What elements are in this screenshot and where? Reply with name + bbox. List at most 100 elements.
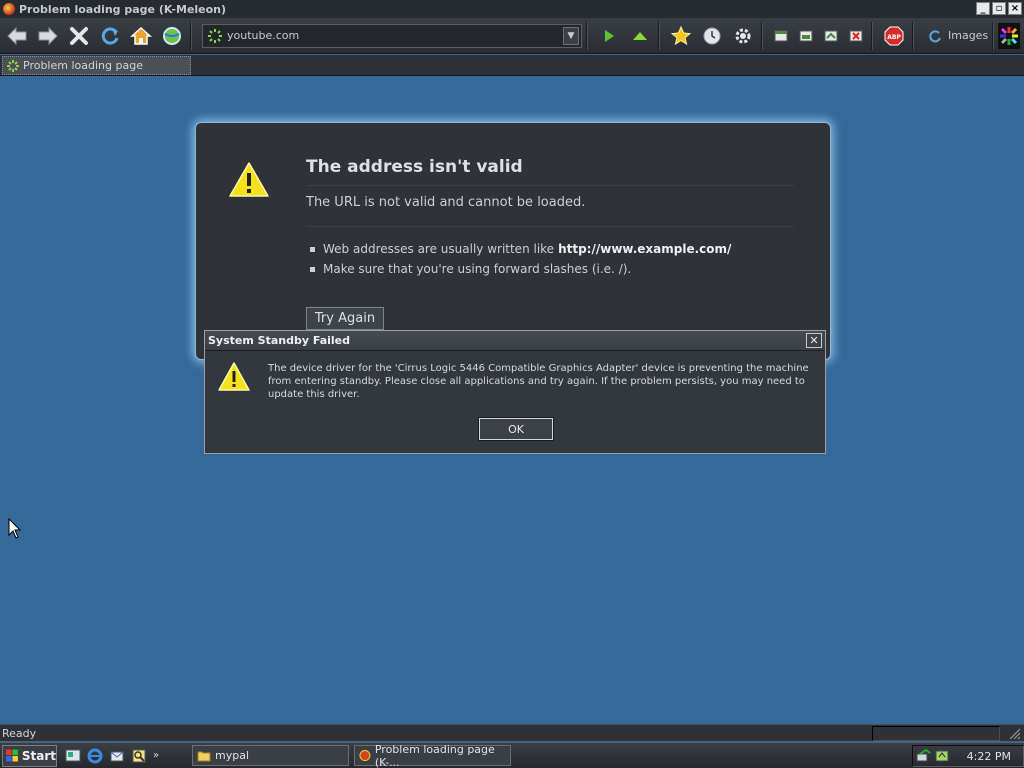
ok-button[interactable]: OK — [478, 417, 554, 441]
forward-button[interactable] — [34, 22, 62, 50]
go-button[interactable] — [158, 22, 186, 50]
quick-launch: » — [65, 748, 159, 764]
toolbar-separator — [761, 21, 763, 50]
error-description: The URL is not valid and cannot be loade… — [306, 195, 586, 210]
up-button[interactable] — [626, 22, 654, 50]
adblock-button[interactable]: ABP — [880, 22, 908, 50]
clock: 4:22 PM — [966, 749, 1011, 763]
window-tool-1-button[interactable] — [770, 22, 792, 50]
reload-icon — [101, 27, 119, 45]
window-icon — [774, 30, 788, 41]
tab-label: Problem loading page — [23, 59, 143, 72]
dialog-title: System Standby Failed — [208, 334, 351, 347]
up-triangle-icon — [633, 31, 647, 40]
system-standby-dialog: System Standby Failed ✕ The device drive… — [204, 330, 826, 454]
safely-remove-icon[interactable] — [934, 748, 950, 764]
dialog-message: The device driver for the 'Cirrus Logic … — [268, 363, 809, 400]
outlook-express-icon[interactable] — [109, 748, 125, 764]
start-button[interactable]: Start — [2, 744, 57, 767]
folder-icon — [197, 751, 211, 761]
taskbar: Start » mypal Problem loading page (K-..… — [0, 742, 1024, 768]
taskbar-item-mypal[interactable]: mypal — [192, 745, 349, 766]
url-bar[interactable]: youtube.com ▼ — [202, 23, 582, 48]
suggestion-example: http://www.example.com/ — [558, 242, 732, 256]
media-icon[interactable] — [131, 748, 147, 764]
settings-button[interactable] — [729, 22, 757, 50]
stop-button[interactable] — [65, 22, 93, 50]
kmeleon-app-icon — [359, 750, 371, 761]
tab-problem-loading-page[interactable]: Problem loading page — [2, 56, 191, 75]
try-again-button[interactable]: Try Again — [306, 307, 384, 330]
svg-text:ABP: ABP — [887, 34, 901, 41]
window-restore-icon — [799, 30, 813, 41]
images-toggle-button[interactable]: Images — [928, 29, 988, 43]
resize-grip-icon[interactable] — [1006, 726, 1022, 741]
system-tray: 4:22 PM — [912, 745, 1024, 767]
suggestion-text: Web addresses are usually written like — [323, 242, 555, 256]
stop-x-icon — [70, 26, 88, 45]
images-refresh-icon — [929, 29, 941, 42]
taskbar-item-kmeleon[interactable]: Problem loading page (K-... — [354, 743, 511, 768]
back-button[interactable] — [3, 22, 31, 50]
divider — [306, 185, 794, 186]
warning-icon — [218, 362, 250, 391]
close-tab-button[interactable] — [845, 22, 867, 50]
window-titlebar: Problem loading page (K-Meleon) _ ▫ × — [0, 0, 1024, 18]
windows-logo-icon — [6, 749, 18, 762]
status-progress-cell — [872, 726, 1000, 741]
kmeleon-app-icon — [3, 3, 15, 15]
dialog-close-button[interactable]: ✕ — [806, 333, 822, 348]
star-icon — [670, 25, 692, 45]
reload-button[interactable] — [96, 22, 124, 50]
toolbar-separator — [871, 21, 873, 50]
new-window-icon — [824, 30, 838, 41]
throbber-logo — [998, 22, 1021, 49]
back-arrow-icon — [7, 26, 27, 45]
error-title: The address isn't valid — [306, 157, 523, 177]
window-tool-3-button[interactable] — [820, 22, 842, 50]
toolbar-separator — [912, 21, 914, 50]
minimize-button[interactable]: _ — [976, 2, 990, 15]
toolbar-separator — [190, 21, 192, 50]
warning-icon — [229, 162, 269, 197]
internet-explorer-icon[interactable] — [87, 748, 103, 764]
list-item: Make sure that you're using forward slas… — [310, 259, 731, 279]
toolbar-separator — [658, 21, 660, 50]
status-bar: Ready — [0, 724, 1024, 741]
adblock-icon: ABP — [884, 26, 904, 45]
window-tool-2-button[interactable] — [795, 22, 817, 50]
window-title: Problem loading page (K-Meleon) — [19, 2, 227, 16]
loading-spinner-icon — [7, 59, 19, 72]
kmeleon-throbber-icon — [1000, 26, 1019, 45]
globe-icon — [163, 26, 181, 45]
clock-icon — [703, 27, 721, 44]
gear-icon — [735, 28, 751, 43]
task-label: mypal — [215, 749, 250, 762]
go-play-button[interactable] — [595, 22, 623, 50]
images-label: Images — [948, 29, 989, 42]
play-triangle-icon — [605, 29, 614, 42]
divider — [306, 226, 794, 227]
quick-launch-more-icon[interactable]: » — [153, 750, 159, 761]
status-text: Ready — [2, 726, 37, 740]
history-button[interactable] — [698, 22, 726, 50]
error-page-container: The address isn't valid The URL is not v… — [195, 122, 831, 360]
maximize-button[interactable]: ▫ — [992, 2, 1006, 15]
forward-arrow-icon — [38, 26, 58, 45]
home-button[interactable] — [127, 22, 155, 50]
loading-spinner-icon — [208, 28, 222, 43]
network-icon[interactable] — [916, 748, 932, 764]
url-dropdown-button[interactable]: ▼ — [563, 26, 579, 45]
close-window-button[interactable]: × — [1008, 2, 1022, 15]
toolbar-separator — [586, 21, 588, 50]
mouse-cursor-icon — [8, 518, 22, 539]
toolbar-separator — [992, 21, 995, 50]
dialog-titlebar: System Standby Failed ✕ — [205, 331, 825, 351]
bookmarks-button[interactable] — [667, 22, 695, 50]
home-icon — [130, 26, 152, 45]
show-desktop-icon[interactable] — [65, 748, 81, 764]
error-suggestions-list: Web addresses are usually written like ht… — [310, 239, 731, 279]
start-label: Start — [21, 748, 56, 763]
suggestion-text: Make sure that you're using forward slas… — [323, 262, 632, 276]
tab-bar: Problem loading page — [0, 55, 1024, 76]
